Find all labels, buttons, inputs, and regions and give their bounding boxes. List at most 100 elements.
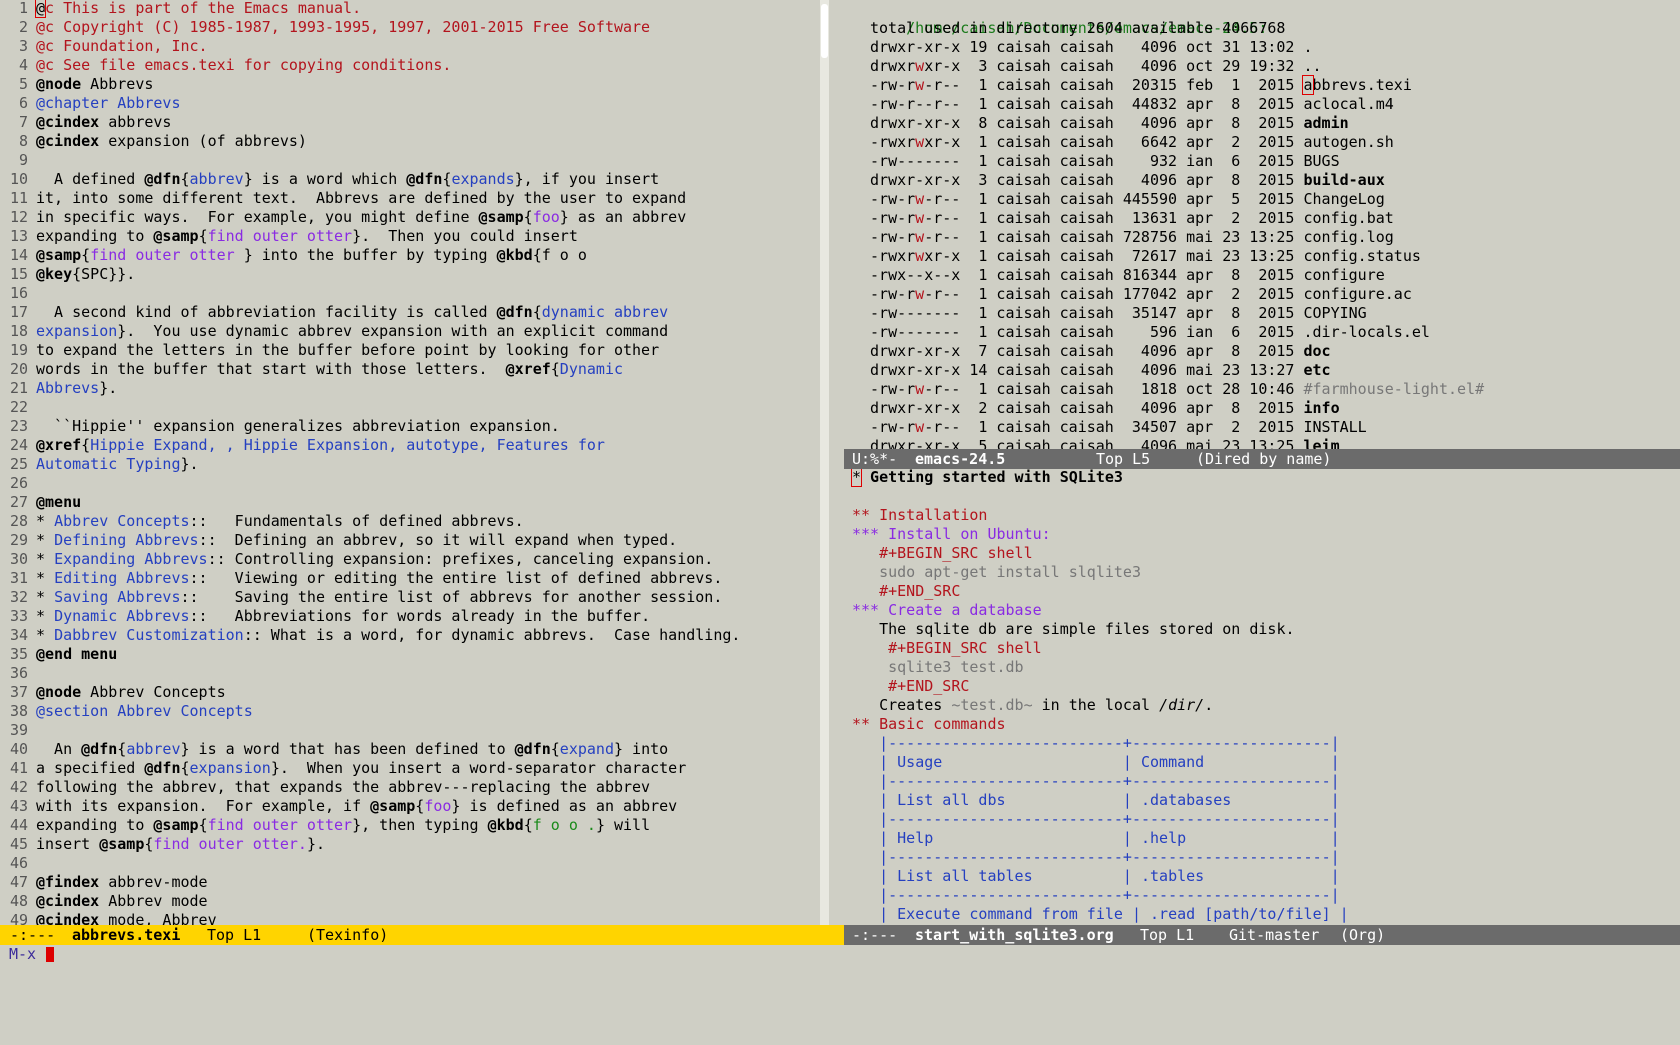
org-line[interactable]: |--------------------------+------------…	[852, 848, 1340, 867]
dired-entry[interactable]: -rw-rw-r-- 1 caisah caisah 1818 oct 28 1…	[870, 380, 1484, 399]
file-name[interactable]: ChangeLog	[1303, 190, 1384, 208]
org-line[interactable]: Creates ~test.db~ in the local /dir/.	[852, 696, 1213, 715]
org-line[interactable]: ** Basic commands	[852, 715, 1006, 734]
file-name[interactable]: leim	[1303, 437, 1339, 449]
dired-entry[interactable]: -rw------- 1 caisah caisah 35147 apr 8 2…	[870, 304, 1367, 323]
org-line[interactable]: | Usage | Command |	[852, 753, 1340, 772]
dired-entry[interactable]: -rw-rw-r-- 1 caisah caisah 13631 apr 2 2…	[870, 209, 1394, 228]
file-name[interactable]: etc	[1303, 361, 1330, 379]
dired-entry[interactable]: -rw-rw-r-- 1 caisah caisah 34507 apr 2 2…	[870, 418, 1367, 437]
permission-char: x	[951, 247, 961, 265]
text-segment: {	[81, 246, 91, 264]
dired-entry[interactable]: drwxr-xr-x 3 caisah caisah 4096 apr 8 20…	[870, 171, 1385, 190]
dired-entry[interactable]: drwxr-xr-x 8 caisah caisah 4096 apr 8 20…	[870, 114, 1349, 133]
file-name[interactable]: ..	[1303, 57, 1321, 75]
org-window[interactable]: * Getting started with SQLite3 ** Install…	[844, 469, 1670, 925]
dired-entry[interactable]: -rwx--x--x 1 caisah caisah 816344 apr 8 …	[870, 266, 1385, 285]
file-name[interactable]: admin	[1303, 114, 1348, 132]
dired-entry[interactable]: -rwxrwxr-x 1 caisah caisah 72617 mai 23 …	[870, 247, 1421, 266]
file-name[interactable]: config.bat	[1303, 209, 1393, 227]
file-meta: 3 caisah caisah 4096 apr 8 2015	[960, 171, 1304, 189]
text-segment: Editing Abbrevs	[54, 569, 190, 587]
file-name[interactable]: configure.ac	[1303, 285, 1411, 303]
dired-entry[interactable]: -rw------- 1 caisah caisah 596 ian 6 201…	[870, 323, 1430, 342]
file-name[interactable]: INSTALL	[1303, 418, 1366, 436]
org-line[interactable]: #+BEGIN_SRC shell	[852, 544, 1033, 563]
file-name[interactable]: aclocal.m4	[1303, 95, 1393, 113]
org-line[interactable]: The sqlite db are simple files stored on…	[852, 620, 1294, 639]
texinfo-scrollbar-thumb[interactable]	[821, 4, 828, 58]
file-name[interactable]: #farmhouse-light.el#	[1303, 380, 1484, 398]
dired-entry[interactable]: drwxrwxr-x 3 caisah caisah 4096 oct 29 1…	[870, 57, 1322, 76]
dired-entry[interactable]: -rwxrwxr-x 1 caisah caisah 6642 apr 2 20…	[870, 133, 1394, 152]
org-line[interactable]: | Help | .help |	[852, 829, 1340, 848]
modeline-position: Top L1	[1140, 926, 1195, 944]
dired-entry[interactable]: -rw-rw-r-- 1 caisah caisah 20315 feb 1 2…	[870, 75, 1412, 95]
texinfo-scrollbar[interactable]	[820, 0, 829, 925]
dired-entry[interactable]: -rw------- 1 caisah caisah 932 ian 6 201…	[870, 152, 1340, 171]
file-name[interactable]: autogen.sh	[1303, 133, 1393, 151]
dired-entry[interactable]: -rw-rw-r-- 1 caisah caisah 445590 apr 5 …	[870, 190, 1385, 209]
dired-window[interactable]: /home/caisah/Documents/emacs/emacs-24.5:…	[844, 0, 1670, 449]
line-number: 37	[9, 683, 28, 701]
dired-entry[interactable]: drwxr-xr-x 14 caisah caisah 4096 mai 23 …	[870, 361, 1331, 380]
text-segment: with its expansion. For example, if	[36, 797, 371, 815]
file-name[interactable]: doc	[1303, 342, 1330, 360]
text-segment: @xref	[36, 436, 82, 454]
permission-char: -	[870, 152, 880, 170]
permission-char: -	[933, 304, 943, 322]
org-line[interactable]: sudo apt-get install slqlite3	[852, 563, 1141, 582]
dired-entry[interactable]: drwxr-xr-x 19 caisah caisah 4096 oct 31 …	[870, 38, 1313, 57]
org-line[interactable]: *** Install on Ubuntu:	[852, 525, 1051, 544]
file-meta: 1 caisah caisah 816344 apr 8 2015	[960, 266, 1304, 284]
permission-char: w	[915, 57, 925, 75]
minibuffer[interactable]: M-x	[0, 945, 1680, 963]
dired-entry[interactable]: -rw-rw-r-- 1 caisah caisah 728756 mai 23…	[870, 228, 1394, 247]
dired-entry[interactable]: -rw-r--r-- 1 caisah caisah 44832 apr 8 2…	[870, 95, 1394, 114]
file-name[interactable]: build-aux	[1303, 171, 1384, 189]
org-line[interactable]: #+END_SRC	[852, 582, 960, 601]
permission-char: -	[942, 76, 952, 94]
file-name[interactable]: .dir-locals.el	[1303, 323, 1429, 341]
dired-entry[interactable]: drwxr-xr-x 5 caisah caisah 4096 mai 23 1…	[870, 437, 1340, 449]
dired-entry[interactable]: drwxr-xr-x 7 caisah caisah 4096 apr 8 20…	[870, 342, 1331, 361]
file-name[interactable]: config.status	[1303, 247, 1420, 265]
permission-char: r	[879, 399, 889, 417]
org-line[interactable]: sqlite3 test.db	[852, 658, 1023, 677]
line-number: 20	[9, 360, 28, 378]
permission-char: -	[951, 76, 961, 94]
text-segment: @samp	[478, 208, 524, 226]
text-segment: *	[36, 607, 55, 625]
permission-char: -	[870, 190, 880, 208]
line-text: An @dfn{abbrev} is a word that has been …	[36, 740, 668, 759]
file-name[interactable]: .	[1303, 38, 1312, 56]
file-meta: 1 caisah caisah 445590 apr 5 2015	[960, 190, 1304, 208]
file-name[interactable]: config.log	[1303, 228, 1393, 246]
org-line[interactable]: | Execute command from file | .read [pat…	[852, 905, 1349, 924]
file-name[interactable]: info	[1303, 399, 1339, 417]
org-line[interactable]: | List all dbs | .databases |	[852, 791, 1340, 810]
file-name[interactable]: COPYING	[1303, 304, 1366, 322]
org-line[interactable]: | List all tables | .tables |	[852, 867, 1340, 886]
line-text: @samp{find outer otter } into the buffer…	[36, 246, 587, 265]
dired-entry[interactable]: drwxr-xr-x 2 caisah caisah 4096 apr 8 20…	[870, 399, 1340, 418]
file-name[interactable]: BUGS	[1303, 152, 1339, 170]
org-line[interactable]: #+END_SRC	[852, 677, 969, 696]
org-line[interactable]: |--------------------------+------------…	[852, 772, 1340, 791]
org-line[interactable]: |--------------------------+------------…	[852, 734, 1340, 753]
text-segment: } will	[595, 816, 651, 834]
dired-entry[interactable]: -rw-rw-r-- 1 caisah caisah 177042 apr 2 …	[870, 285, 1412, 304]
file-meta: 1 caisah caisah 6642 apr 2 2015	[960, 133, 1304, 151]
org-line[interactable]: * Getting started with SQLite3	[850, 469, 1123, 487]
file-name[interactable]: configure	[1303, 266, 1384, 284]
org-line[interactable]: |--------------------------+------------…	[852, 886, 1340, 905]
text-segment: *	[36, 588, 55, 606]
file-name[interactable]: abbrevs.texi	[1302, 75, 1412, 95]
org-line[interactable]: ** Installation	[852, 506, 987, 525]
org-line[interactable]: *** Create a database	[852, 601, 1042, 620]
org-line[interactable]: #+BEGIN_SRC shell	[852, 639, 1042, 658]
org-line[interactable]: |--------------------------+------------…	[852, 810, 1340, 829]
text-segment	[852, 639, 888, 657]
permission-char: w	[888, 304, 898, 322]
texinfo-window[interactable]: 1 @c This is part of the Emacs manual. 2 @c…	[0, 0, 830, 925]
